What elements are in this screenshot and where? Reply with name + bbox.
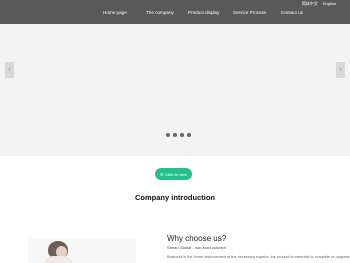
chevron-left-icon: ‹: [8, 67, 11, 73]
pagination-dot[interactable]: [187, 133, 191, 137]
banner-pagination: [166, 133, 191, 137]
banner-prev-button[interactable]: ‹: [5, 62, 14, 78]
company-introduction-title: Company introduction: [135, 193, 215, 202]
top-header: 简体中文 English Home page The company Produ…: [0, 0, 350, 24]
click-to-view-label: ☰ Click to view: [160, 171, 187, 177]
pagination-dot[interactable]: [173, 133, 177, 137]
language-option-chinese[interactable]: 简体中文: [302, 1, 318, 7]
chevron-right-icon: ›: [339, 67, 342, 73]
why-choose-us-section: Why choose us? Shean Global - non-food c…: [167, 234, 350, 260]
why-choose-us-title: Why choose us?: [167, 234, 227, 243]
nav-home[interactable]: Home page: [103, 10, 127, 15]
click-to-view-button[interactable]: ☰ Click to view: [155, 168, 192, 180]
why-choose-us-subtitle: Shean Global - non-food concept: [167, 245, 226, 250]
language-switcher: 简体中文 English: [302, 1, 336, 7]
nav-service-process[interactable]: Service Process: [233, 10, 266, 15]
pagination-dot[interactable]: [166, 133, 170, 137]
company-photo: [28, 238, 136, 263]
nav-products[interactable]: Product display: [188, 10, 219, 15]
why-choose-us-text: Business is the home improvement of the …: [167, 255, 350, 259]
nav-company[interactable]: The company: [146, 10, 174, 15]
pagination-dot[interactable]: [180, 133, 184, 137]
banner-next-button[interactable]: ›: [336, 62, 345, 78]
language-option-english[interactable]: English: [323, 1, 336, 7]
person-body: [43, 256, 73, 263]
nav-contact[interactable]: Contact us: [281, 10, 303, 15]
